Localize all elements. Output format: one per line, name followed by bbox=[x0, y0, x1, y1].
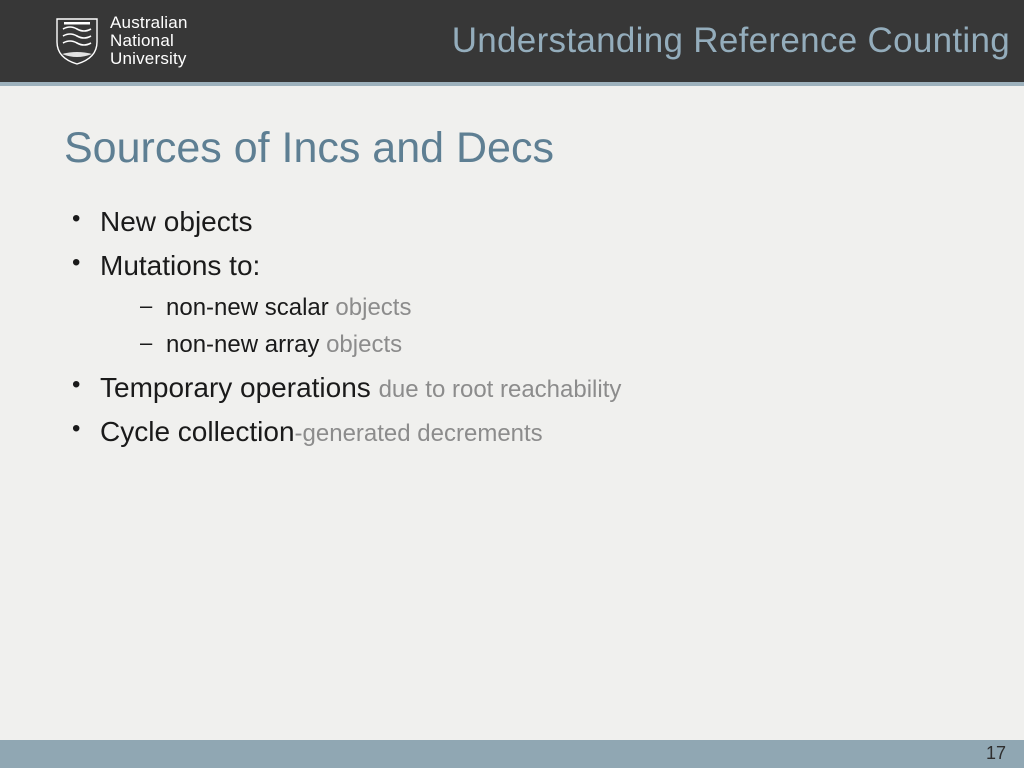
bullet-muted: due to root reachability bbox=[379, 376, 622, 403]
bullet-cycle-collection: Cycle collection-generated decrements bbox=[64, 411, 1024, 453]
university-name: Australian National University bbox=[110, 14, 188, 68]
header-title: Understanding Reference Counting bbox=[188, 21, 1010, 61]
bullet-muted: -generated decrements bbox=[295, 420, 543, 447]
sub-bullet-main: non-new scalar bbox=[166, 294, 335, 321]
content-area: Sources of Incs and Decs New objects Mut… bbox=[0, 86, 1024, 453]
bullet-list: New objects Mutations to: non-new scalar… bbox=[64, 201, 1024, 453]
sub-bullet-array: non-new array objects bbox=[100, 326, 1024, 363]
bullet-temporary-ops: Temporary operations due to root reachab… bbox=[64, 367, 1024, 409]
uni-line-3: University bbox=[110, 50, 188, 68]
bullet-text: Cycle collection bbox=[100, 416, 295, 447]
bullet-mutations: Mutations to: non-new scalar objects non… bbox=[64, 245, 1024, 363]
bullet-text: Temporary operations bbox=[100, 372, 379, 403]
page-number: 17 bbox=[986, 743, 1006, 764]
footer-bar bbox=[0, 740, 1024, 768]
sub-bullet-main: non-new array bbox=[166, 331, 326, 358]
slide: Australian National University Understan… bbox=[0, 0, 1024, 768]
bullet-text: Mutations to: bbox=[100, 250, 260, 281]
bullet-text: New objects bbox=[100, 206, 253, 237]
uni-line-2: National bbox=[110, 32, 188, 50]
logo-block: Australian National University bbox=[54, 14, 188, 68]
slide-title: Sources of Incs and Decs bbox=[64, 124, 1024, 173]
uni-line-1: Australian bbox=[110, 14, 188, 32]
sub-bullet-muted: objects bbox=[335, 294, 411, 321]
sub-bullet-scalar: non-new scalar objects bbox=[100, 289, 1024, 326]
university-crest-icon bbox=[54, 16, 100, 66]
sub-bullet-list: non-new scalar objects non-new array obj… bbox=[100, 289, 1024, 363]
sub-bullet-muted: objects bbox=[326, 331, 402, 358]
header-bar: Australian National University Understan… bbox=[0, 0, 1024, 82]
bullet-new-objects: New objects bbox=[64, 201, 1024, 243]
